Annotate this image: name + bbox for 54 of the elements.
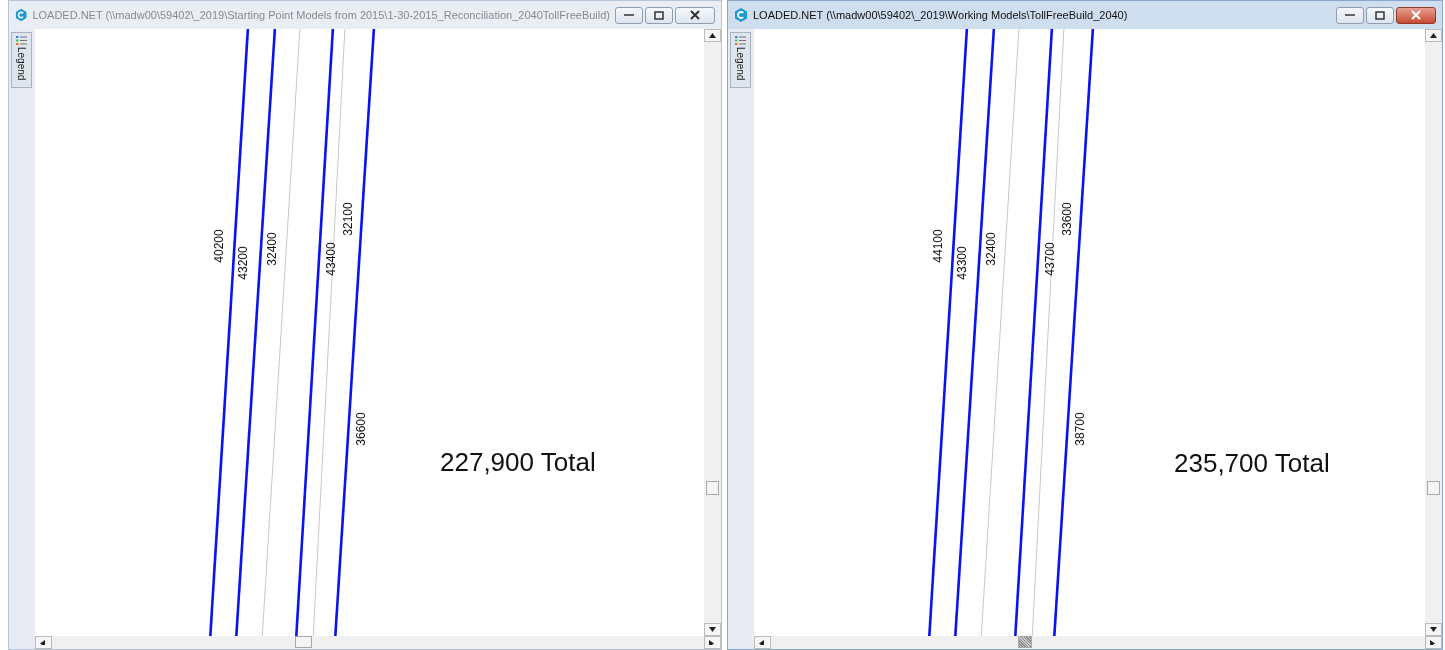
scroll-up-button[interactable] <box>704 29 721 42</box>
scroll-up-button[interactable] <box>1425 29 1442 42</box>
app-icon <box>15 8 28 22</box>
close-icon <box>1410 10 1422 20</box>
close-button[interactable] <box>1396 6 1436 24</box>
scroll-right-button[interactable] <box>1425 636 1442 649</box>
legend-icon <box>16 35 27 45</box>
window-title: LOADED.NET (\\madw00\59402\_2019\Working Models\TollFreeBuild_2040) <box>753 7 1128 23</box>
scroll-down-button[interactable] <box>1425 623 1442 636</box>
legend-tab[interactable]: Legend <box>730 32 751 88</box>
link-volume-label: 32400 <box>265 232 279 266</box>
window-title: LOADED.NET (\\madw00\59402\_2019\Starting Point Models from 2015\1-30-2015_Reconciliation_2040TollFreeBuild) <box>32 7 610 23</box>
arrow-icon <box>1430 627 1437 632</box>
minimize-button[interactable] <box>1336 6 1364 24</box>
link-volume-label: 40200 <box>212 229 226 263</box>
minimize-button[interactable] <box>615 6 643 24</box>
close-button[interactable] <box>675 6 715 24</box>
arrow-icon <box>1430 640 1437 645</box>
total-label: 235,700 Total <box>1174 447 1330 480</box>
restore-button[interactable] <box>645 6 673 24</box>
total-label: 227,900 Total <box>440 446 596 479</box>
link-volume-label: 43300 <box>955 246 969 280</box>
scrollbar-thumb[interactable] <box>706 481 719 495</box>
scroll-right-button[interactable] <box>704 636 721 649</box>
arrow-icon <box>709 33 716 38</box>
scroll-down-button[interactable] <box>704 623 721 636</box>
link-volume-label: 32400 <box>984 232 998 266</box>
restore-button[interactable] <box>1366 6 1394 24</box>
scroll-left-button[interactable] <box>754 636 771 649</box>
scrollbar-thumb[interactable] <box>295 636 312 648</box>
minimize-icon <box>624 14 634 16</box>
arrow-icon <box>709 640 716 645</box>
arrow-icon <box>709 627 716 632</box>
link-volume-label: 44100 <box>931 229 945 263</box>
scrollbar-thumb[interactable] <box>1427 481 1440 495</box>
arrow-icon <box>1430 33 1437 38</box>
link-volume-label: 36600 <box>354 412 368 446</box>
restore-icon <box>653 10 665 20</box>
scrollbar-thumb[interactable] <box>1018 636 1032 648</box>
minimize-icon <box>1345 14 1355 16</box>
link-volume-label: 43400 <box>324 242 338 276</box>
restore-icon <box>1374 10 1386 20</box>
legend-icon <box>735 35 746 45</box>
link-volume-label: 32100 <box>341 202 355 236</box>
legend-tab[interactable]: Legend <box>11 32 32 88</box>
arrow-icon <box>40 640 47 645</box>
link-volume-label: 43700 <box>1043 242 1057 276</box>
arrow-icon <box>759 640 766 645</box>
link-volume-label: 33600 <box>1060 202 1074 236</box>
close-icon <box>689 10 701 20</box>
link-volume-label: 43200 <box>236 246 250 280</box>
scroll-left-button[interactable] <box>35 636 52 649</box>
link-volume-label: 38700 <box>1073 412 1087 446</box>
app-icon <box>734 8 748 22</box>
